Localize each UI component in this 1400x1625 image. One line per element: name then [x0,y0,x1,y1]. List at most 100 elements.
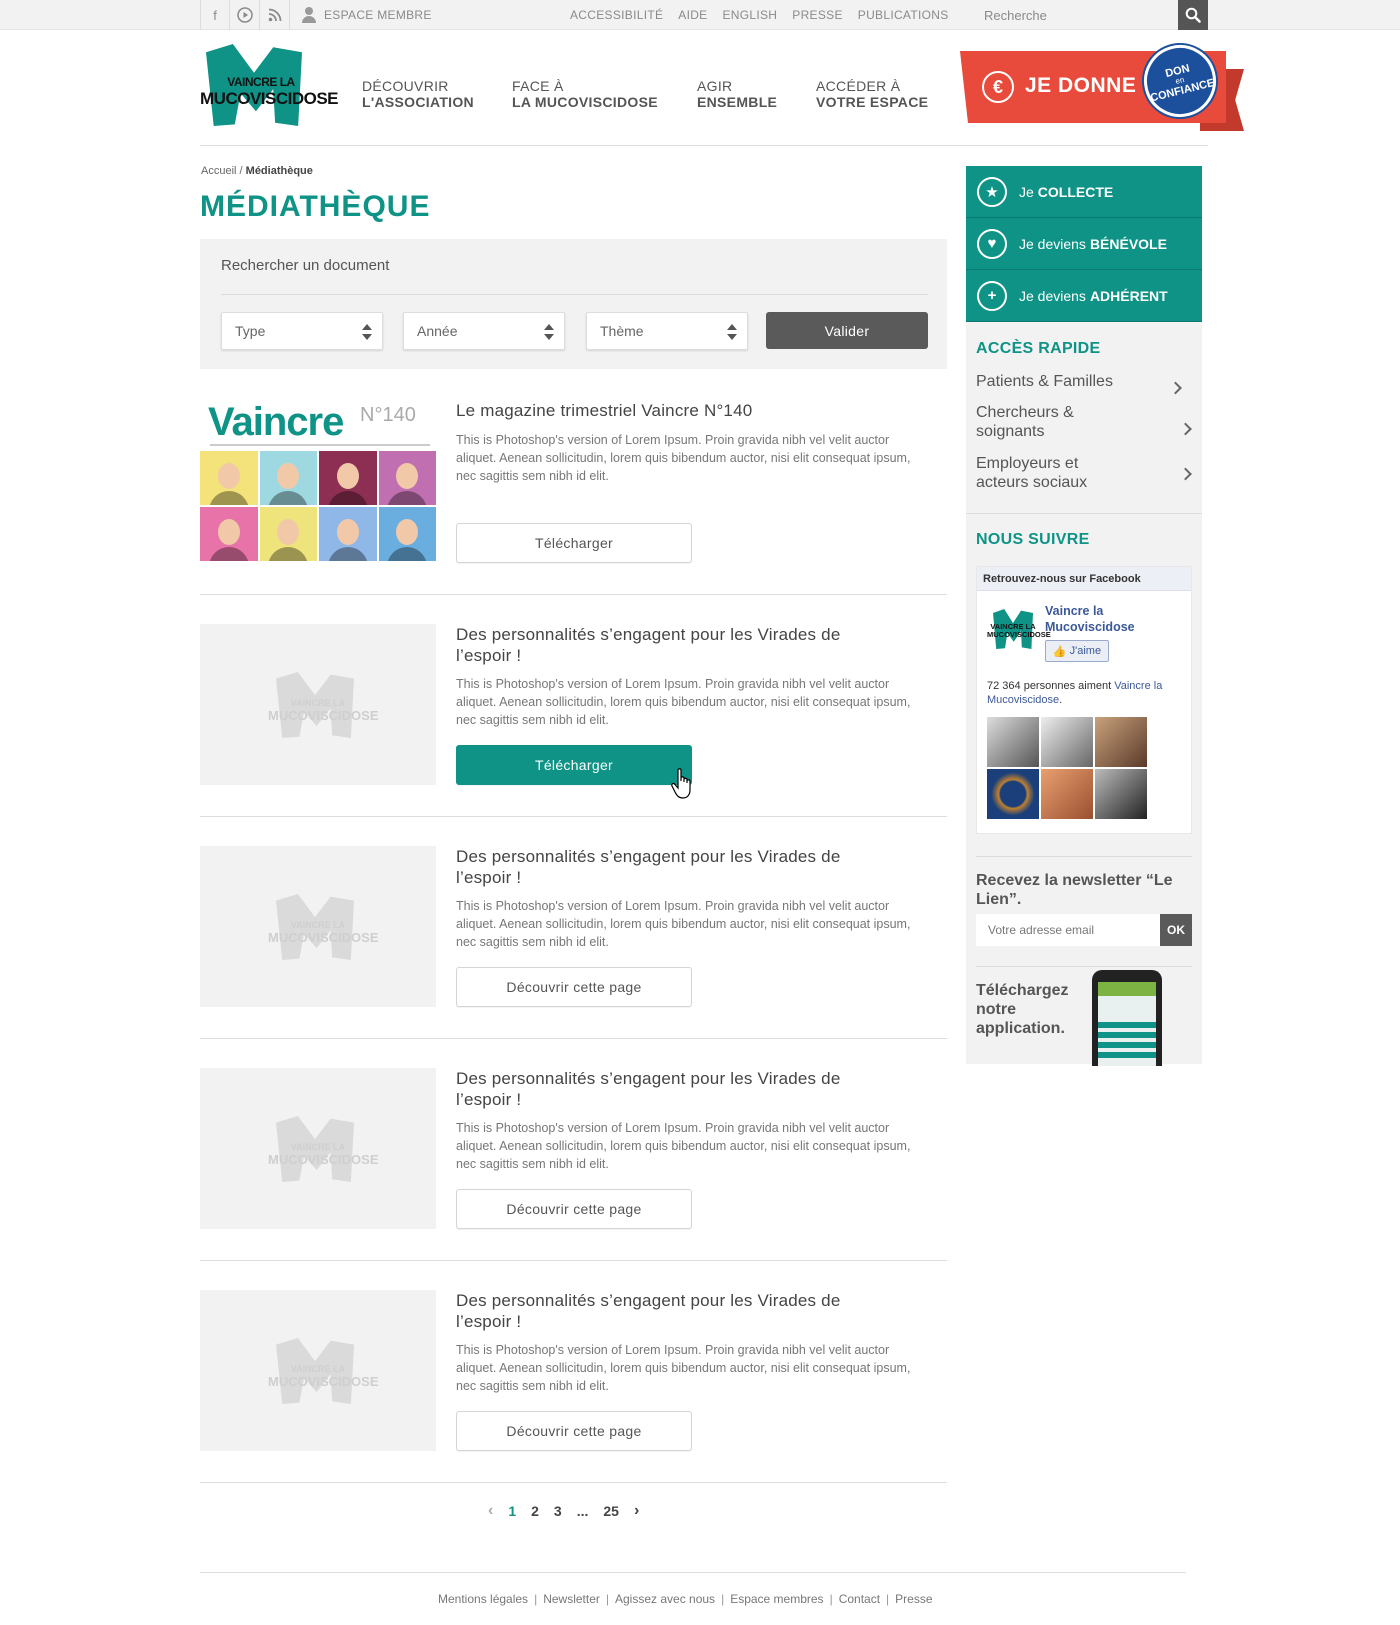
page-link-current[interactable]: 1 [508,1503,516,1519]
link-aide[interactable]: AIDE [678,8,707,22]
footer-link[interactable]: Agissez avec nous [615,1592,715,1606]
page-link[interactable]: 25 [603,1503,619,1519]
placeholder-thumbnail[interactable]: VAINCRE LA MUCOVISCIDOSE [200,846,436,1007]
facebook-icon[interactable]: f [200,0,230,30]
select-arrows-icon [544,324,554,340]
quick-access-panel: ACCÈS RAPIDE Patients & Familles Cherche… [966,322,1202,514]
item-title[interactable]: Des personnalités s’engagent pour les Vi… [456,1290,896,1332]
facebook-like-button[interactable]: 👍 J'aime [1045,640,1109,662]
search-button[interactable] [1178,0,1208,30]
magazine-cover-image[interactable]: Vaincre N°140 [200,400,436,561]
link-publications[interactable]: PUBLICATIONS [858,8,949,22]
donate-label: JE DONNE [1025,74,1137,97]
media-item: Vaincre N°140 Le magazine trimestriel Va… [200,400,947,565]
member-space-link[interactable]: ESPACE MEMBRE [302,0,432,30]
footer-link[interactable]: Contact [839,1592,880,1606]
search-input[interactable] [974,0,1178,30]
next-page-icon[interactable]: › [634,1502,639,1520]
footer-link[interactable]: Espace membres [730,1592,823,1606]
search-icon [1185,7,1201,23]
item-description: This is Photoshop's version of Lorem Ips… [456,899,911,949]
validate-button[interactable]: Valider [766,312,928,349]
page-link[interactable]: 2 [531,1503,539,1519]
media-item: VAINCRE LA MUCOVISCIDOSE Des personnalité… [200,624,947,799]
item-title[interactable]: Des personnalités s’engagent pour les Vi… [456,1068,896,1110]
quick-link-chercheurs[interactable]: Chercheurs & soignants [976,403,1192,454]
donate-button[interactable]: € JE DONNE DON en CONFIANCE [960,37,1244,137]
newsletter-email-input[interactable] [976,914,1160,946]
portrait [259,451,317,505]
like-label: J'aime [1069,645,1102,657]
item-title[interactable]: Des personnalités s’engagent pour les Vi… [456,846,896,888]
discover-page-button[interactable]: Découvrir cette page [456,1411,692,1451]
nav-line1: DÉCOUVRIR [362,78,449,94]
download-button[interactable]: Télécharger [456,523,692,563]
placeholder-thumbnail[interactable]: VAINCRE LA MUCOVISCIDOSE [200,1068,436,1229]
cover-number: N°140 [360,404,416,426]
page-ellipsis: ... [576,1503,589,1519]
breadcrumb-home[interactable]: Accueil [201,165,236,177]
prev-page-icon[interactable]: ‹ [488,1502,493,1520]
cover-tagline [210,444,430,446]
newsletter-title: Recevez la newsletter “Le Lien”. [976,872,1173,908]
facebook-page-logo[interactable]: VAINCRE LA MUCOVISCIDOSE [987,609,1051,649]
cta-benevole[interactable]: ♥ Je deviens BÉNÉVOLE [966,218,1202,270]
facebook-page-name[interactable]: Vaincre la Mucoviscidose [1045,603,1191,635]
discover-page-button[interactable]: Découvrir cette page [456,967,692,1007]
follow-title: NOUS SUIVRE [976,531,1090,548]
quick-link-employeurs[interactable]: Employeurs et acteurs sociaux [976,454,1192,494]
nav-line1: ACCÉDER À [816,78,901,94]
heart-icon: ♥ [977,228,1007,259]
play-icon[interactable] [230,0,260,30]
nav-line2: ENSEMBLE [697,94,778,110]
portrait [378,507,436,561]
fan-avatar[interactable] [1041,717,1093,767]
link-presse[interactable]: PRESSE [792,8,843,22]
item-title[interactable]: Le magazine trimestriel Vaincre N°140 [456,400,896,421]
cta-prefix: Je deviens [1019,287,1086,304]
select-arrows-icon [727,324,737,340]
page-link[interactable]: 3 [554,1503,562,1519]
newsletter-ok-button[interactable]: OK [1160,914,1192,946]
app-download-title[interactable]: Téléchargez notre application. [976,981,1086,1038]
site-logo[interactable]: VAINCRE LA MUCOVISCIDOSE [200,44,339,126]
nav-acceder[interactable]: ACCÉDER À VOTRE ESPACE [816,78,936,110]
download-button[interactable]: Télécharger [456,745,692,785]
quick-link-patients[interactable]: Patients & Familles [976,372,1192,403]
link-english[interactable]: ENGLISH [722,8,777,22]
euro-icon: € [982,71,1014,103]
app-phone-image[interactable] [1092,970,1162,1066]
logo-line2: MUCOVISCIDOSE [200,89,339,108]
fan-avatar[interactable] [1041,769,1093,819]
item-title[interactable]: Des personnalités s’engagent pour les Vi… [456,624,896,666]
rss-icon[interactable] [260,0,290,30]
placeholder-thumbnail[interactable]: VAINCRE LA MUCOVISCIDOSE [200,1290,436,1451]
fan-avatar[interactable] [987,717,1039,767]
quick-link-label: Patients & Familles [976,373,1113,390]
star-icon: ★ [977,176,1007,207]
cta-strong: ADHÉRENT [1089,287,1168,304]
document-search-panel: Rechercher un document Type Année Thème … [200,239,947,369]
theme-select[interactable]: Thème [586,312,748,350]
discover-page-button[interactable]: Découvrir cette page [456,1189,692,1229]
footer-link[interactable]: Newsletter [543,1592,600,1606]
cta-collecte[interactable]: ★ Je COLLECTE [966,166,1202,218]
nav-decouvrir[interactable]: DÉCOUVRIR L'ASSOCIATION [362,78,512,110]
type-select[interactable]: Type [221,312,383,350]
footer-link[interactable]: Presse [895,1592,932,1606]
fan-avatar[interactable] [1095,717,1147,767]
portrait [319,451,377,505]
cover-brand: Vaincre [208,400,344,444]
fan-avatar[interactable] [1095,769,1147,819]
utility-links: ACCESSIBILITÉ AIDE ENGLISH PRESSE PUBLIC… [570,0,949,30]
link-accessibilite[interactable]: ACCESSIBILITÉ [570,8,663,22]
sidebar: ★ Je COLLECTE ♥ Je deviens BÉNÉVOLE + Je… [966,166,1202,1066]
year-select[interactable]: Année [403,312,565,350]
fan-avatar[interactable] [987,769,1039,819]
placeholder-thumbnail[interactable]: VAINCRE LA MUCOVISCIDOSE [200,624,436,785]
footer-link[interactable]: Mentions légales [438,1592,528,1606]
nav-agir[interactable]: AGIR ENSEMBLE [697,78,816,110]
cta-adherent[interactable]: + Je deviens ADHÉRENT [966,270,1202,322]
item-description: This is Photoshop's version of Lorem Ips… [456,1343,911,1393]
nav-face-a[interactable]: FACE À LA MUCOVISCIDOSE [512,78,697,110]
